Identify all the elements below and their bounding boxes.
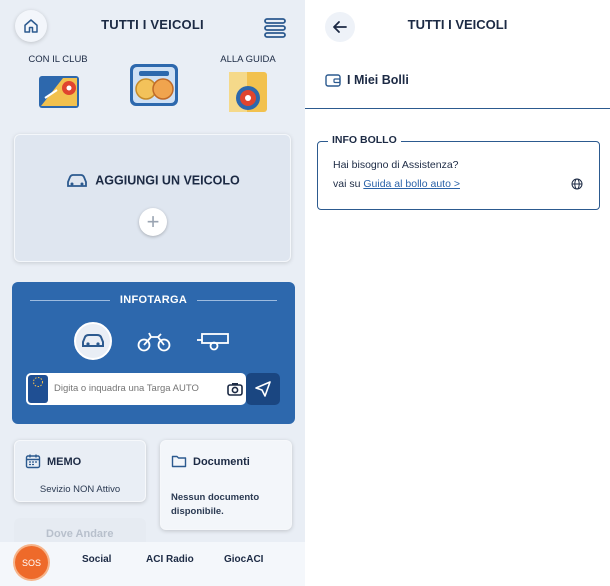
nav-aci-radio[interactable]: ACI Radio: [146, 554, 194, 565]
vehicle-type-trailer[interactable]: [194, 326, 234, 356]
calendar-icon: [25, 454, 41, 469]
dashboard-icon: [130, 64, 178, 106]
quick-link-label: CON IL CLUB: [28, 54, 88, 65]
trailer-icon: [197, 333, 229, 351]
send-icon: [255, 381, 271, 397]
camera-icon: [227, 383, 243, 396]
info-bollo-box: INFO BOLLO Hai bisogno di Assistenza? va…: [317, 134, 600, 210]
divider: [305, 108, 610, 109]
add-vehicle-card[interactable]: AGGIUNGI UN VEICOLO +: [14, 134, 291, 262]
nav-giocaci[interactable]: GiocACI: [224, 554, 263, 565]
wallet-icon: [325, 74, 341, 87]
quick-link-dashboard[interactable]: [124, 54, 184, 111]
eu-stars-icon: [33, 377, 43, 387]
dove-andare-title: Dove Andare: [46, 528, 114, 540]
motorcycle-icon: [137, 332, 171, 352]
assistance-question: Hai bisogno di Assistenza?: [333, 159, 459, 171]
memo-status: Sevizio NON Attivo: [39, 484, 121, 495]
folder-icon: [171, 455, 187, 468]
quick-link-club[interactable]: CON IL CLUB: [28, 54, 88, 117]
app-frame: TUTTI I VEICOLI CON IL CLUB ALLA GUIDA A…: [0, 0, 610, 586]
documents-status: Nessun documento disponibile.: [171, 492, 260, 517]
add-vehicle-label: AGGIUNGI UN VEICOLO: [95, 173, 240, 188]
send-button[interactable]: [246, 373, 280, 405]
vehicle-type-car[interactable]: [74, 322, 112, 360]
assistance-line: vai su Guida al bollo auto >: [333, 178, 460, 190]
info-bollo-legend: INFO BOLLO: [328, 134, 401, 146]
page-title: TUTTI I VEICOLI: [407, 17, 508, 32]
quick-link-label: ALLA GUIDA: [220, 54, 276, 65]
divider: [197, 300, 277, 301]
right-screen: TUTTI I VEICOLI I Miei Bolli INFO BOLLO …: [305, 0, 610, 586]
infotarga-panel: INFOTARGA: [12, 282, 295, 424]
memo-card[interactable]: MEMO Sevizio NON Attivo: [14, 440, 146, 502]
sos-button[interactable]: SOS: [15, 546, 48, 579]
nav-social[interactable]: Social: [82, 554, 111, 565]
eu-plate-badge: [28, 375, 48, 403]
guida-bollo-link[interactable]: Guida al bollo auto >: [363, 178, 460, 190]
my-stamps-label: I Miei Bolli: [347, 73, 409, 87]
documents-title: Documenti: [193, 456, 250, 468]
menu-icon: [264, 18, 286, 38]
plate-input[interactable]: [54, 383, 214, 394]
menu-button[interactable]: [259, 12, 291, 44]
documents-card[interactable]: Documenti Nessun documento disponibile.: [160, 440, 292, 530]
driving-map-icon: [229, 72, 267, 112]
globe-icon: [571, 178, 583, 190]
memo-title: MEMO: [47, 456, 82, 468]
quick-link-driving[interactable]: ALLA GUIDA: [218, 54, 278, 117]
add-vehicle-title: AGGIUNGI UN VEICOLO: [15, 173, 290, 189]
bottom-nav: SOS Social ACI Radio GiocACI: [0, 542, 305, 586]
left-screen: TUTTI I VEICOLI CON IL CLUB ALLA GUIDA A…: [0, 0, 305, 586]
car-icon: [82, 334, 104, 347]
my-stamps-section[interactable]: I Miei Bolli: [325, 73, 409, 87]
vehicle-type-motorcycle[interactable]: [134, 326, 174, 356]
camera-button[interactable]: [226, 380, 244, 398]
assistance-prefix: vai su: [333, 178, 361, 190]
add-vehicle-button[interactable]: +: [139, 208, 167, 236]
club-map-icon: [39, 76, 79, 108]
plate-search-box: [26, 373, 246, 405]
car-icon: [67, 174, 88, 187]
